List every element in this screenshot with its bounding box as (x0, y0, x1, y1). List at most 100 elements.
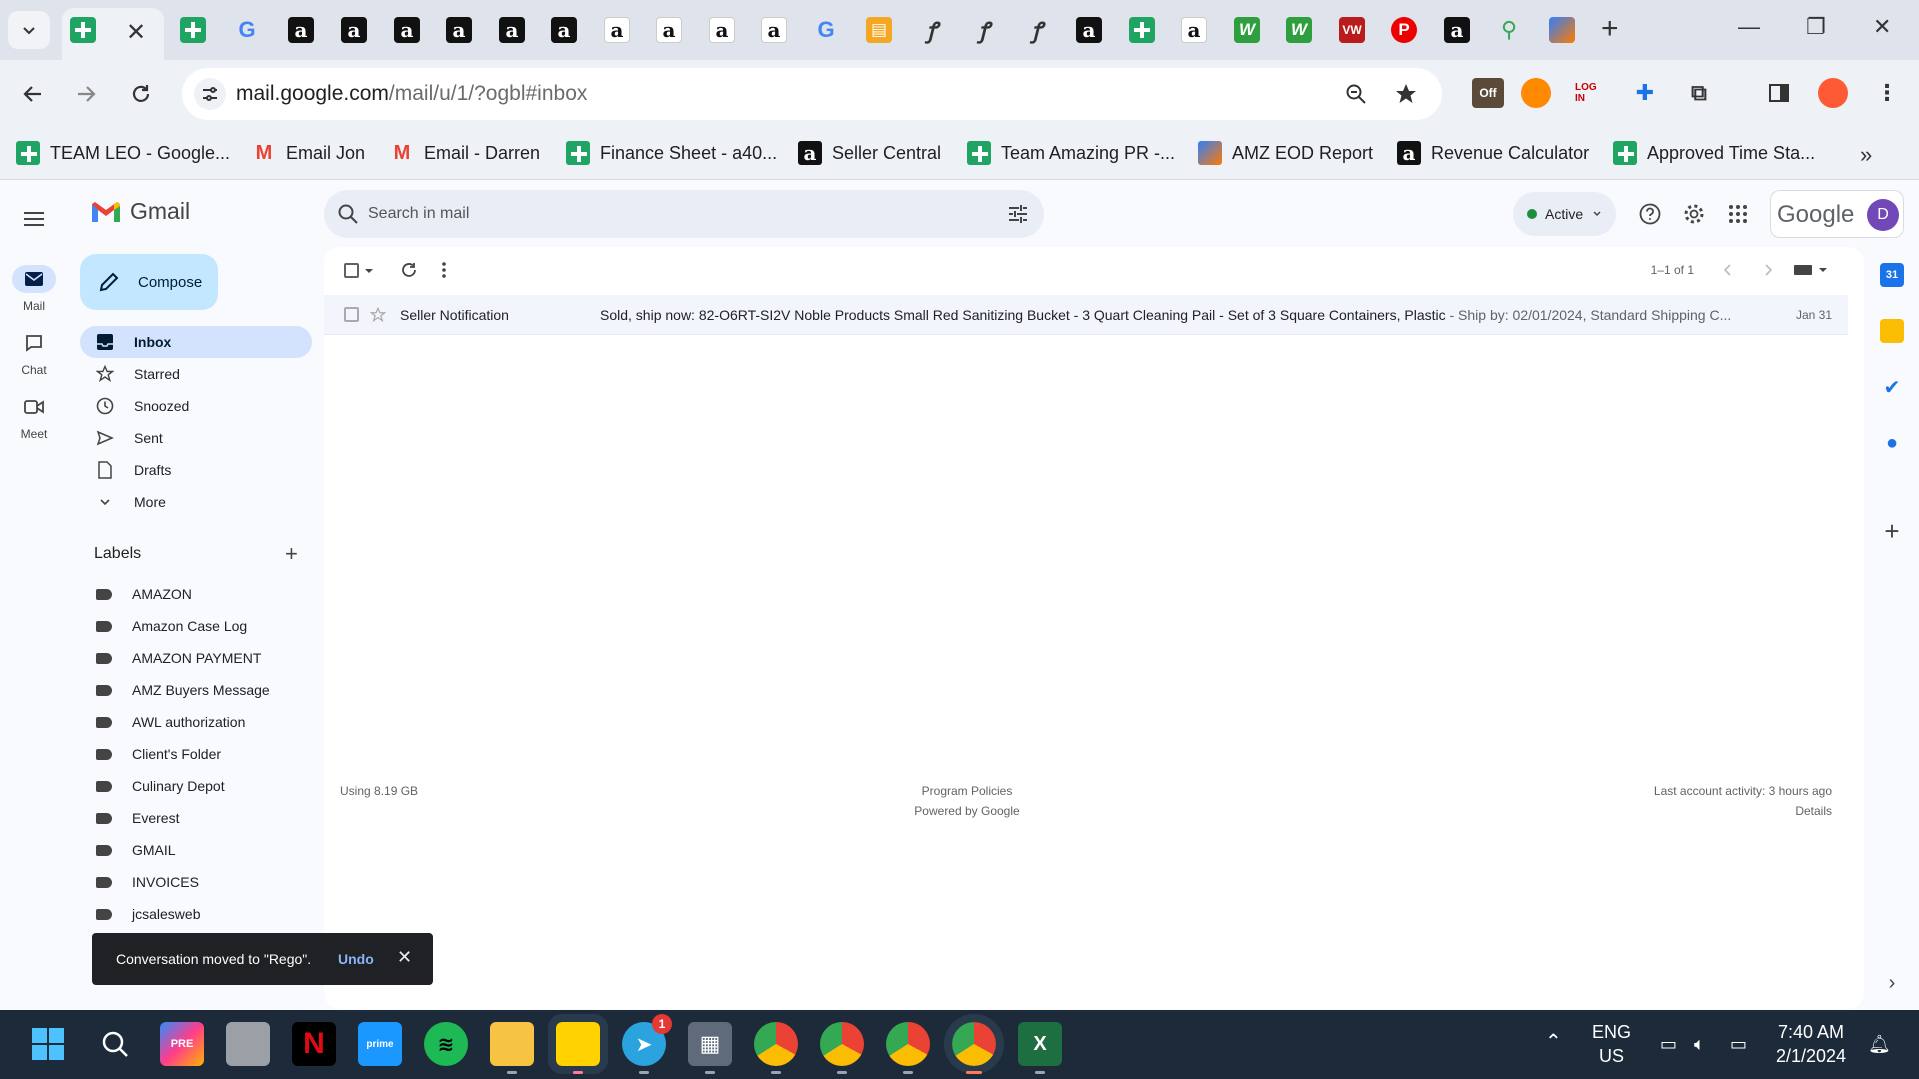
telegram-icon[interactable]: ➤ 1 (622, 1014, 672, 1074)
orange-extension-icon[interactable] (1521, 78, 1551, 108)
amazon-icon[interactable]: a (709, 17, 735, 43)
restore-icon[interactable]: ❐ (1806, 14, 1826, 40)
address-bar[interactable]: mail.google.com/mail/u/1/?ogbl#inbox (182, 68, 1442, 120)
swirl-icon[interactable]: ꝭ (971, 17, 997, 43)
clickup-icon[interactable] (1549, 17, 1575, 43)
nav-item-inbox[interactable]: Inbox (80, 326, 312, 358)
bookmark-item[interactable]: Team Amazing PR -... (967, 140, 1175, 166)
amazon-icon[interactable]: a (656, 17, 682, 43)
tasks-icon[interactable]: ✔ (1880, 375, 1904, 399)
chrome-icon[interactable] (820, 1022, 864, 1074)
clock[interactable]: 7:40 AM 2/1/2024 (1774, 1020, 1848, 1068)
amazon-icon[interactable]: a (604, 17, 630, 43)
wholesale-icon[interactable]: W (1286, 17, 1312, 43)
google-icon[interactable]: G (234, 17, 260, 43)
chrome-icon[interactable] (754, 1022, 798, 1074)
help-icon[interactable] (1636, 200, 1664, 228)
add-label-icon[interactable]: + (285, 541, 298, 567)
bookmark-item[interactable]: Finance Sheet - a40... (566, 140, 777, 166)
swirl-icon[interactable]: ꝭ (1024, 17, 1050, 43)
status-selector[interactable]: Active (1513, 192, 1616, 236)
spotify-icon[interactable]: ≋ (424, 1022, 468, 1066)
chevron-up-icon[interactable]: ⌃ (1545, 1030, 1562, 1054)
contacts-icon[interactable]: ● (1880, 431, 1904, 455)
label-item[interactable]: GMAIL (80, 834, 312, 866)
nav-item-drafts[interactable]: Drafts (80, 454, 312, 486)
label-item[interactable]: Culinary Depot (80, 770, 312, 802)
calculator-icon[interactable]: ▦ (688, 1022, 732, 1074)
label-item[interactable]: jcsalesweb (80, 898, 312, 930)
details-link[interactable]: Details (1654, 801, 1832, 821)
sheets-icon[interactable] (180, 17, 206, 43)
volume-icon[interactable]: 🔈︎ (1694, 1032, 1705, 1056)
site-info-icon[interactable] (194, 78, 226, 110)
chrome-icon[interactable] (886, 1022, 930, 1074)
close-window-icon[interactable]: ✕ (1873, 14, 1891, 40)
compose-button[interactable]: Compose (80, 254, 218, 310)
amazon-icon[interactable]: a (499, 17, 525, 43)
bookmark-item[interactable]: TEAM LEO - Google... (16, 140, 230, 166)
amazon-icon[interactable]: a (341, 17, 367, 43)
amazon-icon[interactable]: a (551, 17, 577, 43)
profile-avatar-icon[interactable] (1818, 78, 1848, 108)
search-input[interactable] (368, 202, 968, 226)
apps-grid-icon[interactable] (1724, 200, 1752, 228)
new-tab-icon[interactable]: + (1601, 14, 1619, 44)
minimize-icon[interactable]: — (1738, 14, 1760, 40)
reload-button[interactable] (125, 78, 157, 110)
label-item[interactable]: AMAZON PAYMENT (80, 642, 312, 674)
language-indicator[interactable]: ENG US (1592, 1020, 1631, 1068)
rail-chat[interactable]: Chat (0, 329, 68, 377)
bookmark-item[interactable]: M Email - Darren (390, 140, 540, 166)
nav-item-sent[interactable]: Sent (80, 422, 312, 454)
rail-mail[interactable]: Mail (0, 265, 68, 313)
label-item[interactable]: Client's Folder (80, 738, 312, 770)
back-button[interactable] (17, 78, 49, 110)
zoom-icon[interactable] (1342, 80, 1370, 108)
chevron-left-icon[interactable] (1722, 263, 1734, 277)
google-account-button[interactable]: Google D (1770, 190, 1904, 238)
chevron-down-icon[interactable] (364, 267, 374, 275)
star-icon[interactable] (370, 307, 386, 323)
amazon-icon[interactable]: a (446, 17, 472, 43)
amazon-icon[interactable]: a (1076, 17, 1102, 43)
sticky-notes-icon[interactable] (548, 1014, 608, 1074)
forward-button[interactable] (70, 78, 102, 110)
calendar-icon[interactable]: 31 (1880, 263, 1904, 287)
amazon-icon[interactable]: a (1181, 17, 1207, 43)
keep-icon[interactable] (1880, 319, 1904, 343)
nav-item-more[interactable]: More (80, 486, 312, 518)
windows-start-icon[interactable] (26, 1022, 70, 1066)
gmail-logo[interactable]: Gmail (90, 198, 190, 225)
storage-usage[interactable]: Using 8.19 GB (340, 781, 418, 801)
file-explorer-icon[interactable] (490, 1022, 534, 1074)
browser-menu-icon[interactable]: ⋮ (1872, 78, 1902, 108)
orange-app-icon[interactable]: ▤ (866, 17, 892, 43)
extensions-puzzle-icon[interactable]: ⧉ (1684, 78, 1714, 108)
sheets-icon[interactable] (70, 17, 96, 43)
p-logo-icon[interactable]: P (1391, 17, 1417, 43)
select-all-checkbox[interactable] (344, 263, 359, 278)
bookmark-item[interactable]: a Seller Central (798, 140, 941, 166)
nav-item-starred[interactable]: Starred (80, 358, 312, 390)
notification-bell-icon[interactable]: 🔔︎ (1868, 1032, 1891, 1056)
swirl-icon[interactable]: ꝭ (919, 17, 945, 43)
bookmark-item[interactable]: M Email Jon (252, 140, 365, 166)
add-addon-icon[interactable]: + (1880, 516, 1904, 546)
side-panel-icon[interactable] (1764, 78, 1794, 108)
network-icon[interactable]: ▭ (1660, 1032, 1677, 1056)
url-text[interactable]: mail.google.com/mail/u/1/?ogbl#inbox (236, 82, 587, 106)
excel-icon[interactable]: X (1018, 1022, 1062, 1074)
label-item[interactable]: AMZ Buyers Message (80, 674, 312, 706)
wholesale-icon[interactable]: W (1234, 17, 1260, 43)
login-extension-icon[interactable]: LOG IN (1575, 78, 1605, 108)
google-icon[interactable]: G (813, 17, 839, 43)
label-item[interactable]: AWL authorization (80, 706, 312, 738)
sheets-icon[interactable] (1129, 17, 1155, 43)
blue-extension-icon[interactable]: ✚ (1630, 78, 1660, 108)
bookmark-item[interactable]: Approved Time Sta... (1613, 140, 1815, 166)
search-icon[interactable] (93, 1022, 137, 1066)
label-item[interactable]: AMAZON (80, 578, 312, 610)
label-item[interactable]: INVOICES (80, 866, 312, 898)
main-menu-icon[interactable] (20, 205, 48, 233)
